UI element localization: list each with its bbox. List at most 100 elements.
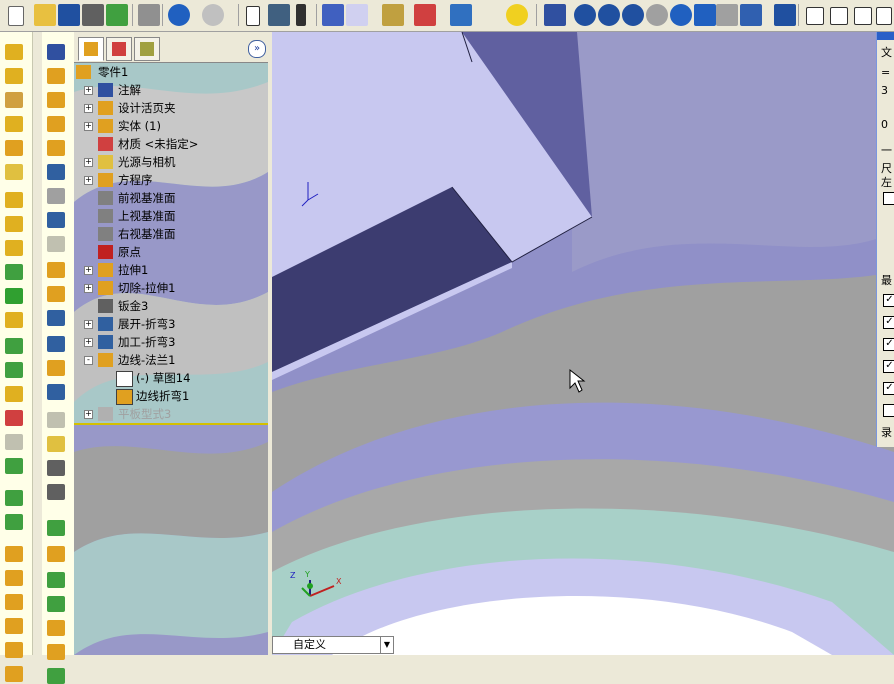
- print-icon[interactable]: [82, 4, 104, 26]
- mirror-icon[interactable]: [5, 386, 23, 402]
- graphics-area[interactable]: Z Y X: [272, 32, 894, 655]
- help-icon[interactable]: [506, 4, 528, 26]
- tab-slot-icon[interactable]: [47, 460, 65, 476]
- surface-extrude-icon[interactable]: [5, 546, 23, 562]
- circular-pattern-icon[interactable]: [5, 362, 23, 378]
- shaded-with-edges-icon[interactable]: [876, 7, 892, 25]
- expand-icon[interactable]: +: [84, 320, 93, 329]
- unfold-icon[interactable]: [47, 212, 65, 228]
- view-orientation-icon[interactable]: [740, 4, 762, 26]
- options-icon[interactable]: [106, 4, 128, 26]
- zoom-area-icon[interactable]: [598, 4, 620, 26]
- edge-flange-icon[interactable]: [47, 68, 65, 84]
- hem-icon[interactable]: [47, 116, 65, 132]
- base-flange-icon[interactable]: [47, 44, 65, 60]
- zoom-in-out-icon[interactable]: [622, 4, 644, 26]
- option-checkbox[interactable]: ✓: [883, 294, 894, 307]
- new-document-icon[interactable]: [8, 6, 24, 26]
- measure-icon[interactable]: [382, 4, 404, 26]
- hole-icon[interactable]: [5, 312, 23, 328]
- select-arrow-icon[interactable]: [246, 6, 260, 26]
- rebuild-selection-icon[interactable]: [268, 4, 290, 26]
- reference-geometry-icon[interactable]: [5, 514, 23, 530]
- option-checkbox[interactable]: ✓: [883, 360, 894, 373]
- break-corner-icon[interactable]: [47, 286, 65, 302]
- surface-radiate-icon[interactable]: [5, 666, 23, 682]
- jog-icon[interactable]: [47, 140, 65, 156]
- spline-icon[interactable]: [47, 596, 65, 612]
- grid-icon[interactable]: [322, 4, 344, 26]
- cross-break-icon[interactable]: [47, 484, 65, 500]
- expand-icon[interactable]: +: [84, 104, 93, 113]
- closed-corner-icon[interactable]: [47, 262, 65, 278]
- color-box-icon[interactable]: [414, 4, 436, 26]
- expand-icon[interactable]: +: [84, 266, 93, 275]
- surface-revolve-icon[interactable]: [5, 570, 23, 586]
- move-copy-icon[interactable]: [5, 458, 23, 474]
- rib-icon[interactable]: [5, 192, 23, 208]
- surface-loft-icon[interactable]: [5, 618, 23, 634]
- expand-icon[interactable]: +: [84, 158, 93, 167]
- chamfer-icon[interactable]: [5, 288, 23, 304]
- hidden-lines-visible-icon[interactable]: [830, 7, 848, 25]
- section-view-icon[interactable]: [544, 4, 566, 26]
- draft-icon[interactable]: [5, 240, 23, 256]
- tab-configuration-manager[interactable]: [134, 37, 160, 61]
- rotate-icon[interactable]: [670, 4, 692, 26]
- curves-icon[interactable]: [5, 490, 23, 506]
- revolve-boss-icon[interactable]: [5, 68, 23, 84]
- rip-icon[interactable]: [47, 310, 65, 326]
- chevron-down-icon[interactable]: ▼: [380, 637, 393, 653]
- dome-icon[interactable]: [5, 164, 23, 180]
- normal-to-icon[interactable]: [774, 4, 796, 26]
- traffic-light-icon[interactable]: [296, 4, 306, 26]
- convert-entities-icon[interactable]: [47, 644, 65, 660]
- printer-icon[interactable]: [138, 4, 160, 26]
- offset-entities-icon[interactable]: [47, 620, 65, 636]
- expand-icon[interactable]: +: [84, 338, 93, 347]
- expand-icon[interactable]: +: [84, 176, 93, 185]
- hidden-lines-removed-icon[interactable]: [854, 7, 872, 25]
- view-name-dropdown[interactable]: 自定义 ▼: [272, 636, 394, 654]
- magnet-icon[interactable]: [5, 140, 23, 156]
- extrude-boss-icon[interactable]: [5, 44, 23, 60]
- scale-icon[interactable]: [5, 410, 23, 426]
- gusset-icon[interactable]: [47, 436, 65, 452]
- option-checkbox[interactable]: [883, 404, 894, 417]
- surface-sweep-icon[interactable]: [5, 594, 23, 610]
- expand-panel-icon[interactable]: »: [248, 40, 266, 58]
- tab-property-manager[interactable]: [106, 37, 132, 61]
- trim-icon[interactable]: [47, 668, 65, 684]
- insert-bends-icon[interactable]: [47, 336, 65, 352]
- option-checkbox[interactable]: [883, 192, 894, 205]
- collapse-icon[interactable]: -: [84, 356, 93, 365]
- flatten-icon[interactable]: [47, 188, 65, 204]
- tab-feature-manager[interactable]: [78, 37, 104, 61]
- save-icon[interactable]: [58, 4, 80, 26]
- forming-tool-icon[interactable]: [47, 384, 65, 400]
- option-checkbox[interactable]: ✓: [883, 382, 894, 395]
- expand-icon[interactable]: +: [84, 122, 93, 131]
- pan-icon[interactable]: [694, 4, 716, 26]
- layout-icon[interactable]: [450, 4, 472, 26]
- surface-offset-icon[interactable]: [5, 642, 23, 658]
- zoom-fit-icon[interactable]: [574, 4, 596, 26]
- fillet-icon[interactable]: [5, 264, 23, 280]
- expand-icon[interactable]: +: [84, 86, 93, 95]
- sweep-icon[interactable]: [5, 92, 23, 108]
- line-icon[interactable]: [47, 546, 65, 562]
- loft-icon[interactable]: [5, 116, 23, 132]
- wireframe-icon[interactable]: [806, 7, 824, 25]
- sketched-bend-icon[interactable]: [47, 164, 65, 180]
- sketch-icon[interactable]: [47, 520, 65, 536]
- open-folder-icon[interactable]: [34, 4, 56, 26]
- polyline-icon[interactable]: [47, 572, 65, 588]
- linear-pattern-icon[interactable]: [5, 338, 23, 354]
- shell-icon[interactable]: [5, 216, 23, 232]
- undo-icon[interactable]: [168, 4, 190, 26]
- expand-icon[interactable]: +: [84, 410, 93, 419]
- option-checkbox[interactable]: ✓: [883, 316, 894, 329]
- expand-icon[interactable]: +: [84, 284, 93, 293]
- miter-flange-icon[interactable]: [47, 92, 65, 108]
- no-bends-icon[interactable]: [47, 360, 65, 376]
